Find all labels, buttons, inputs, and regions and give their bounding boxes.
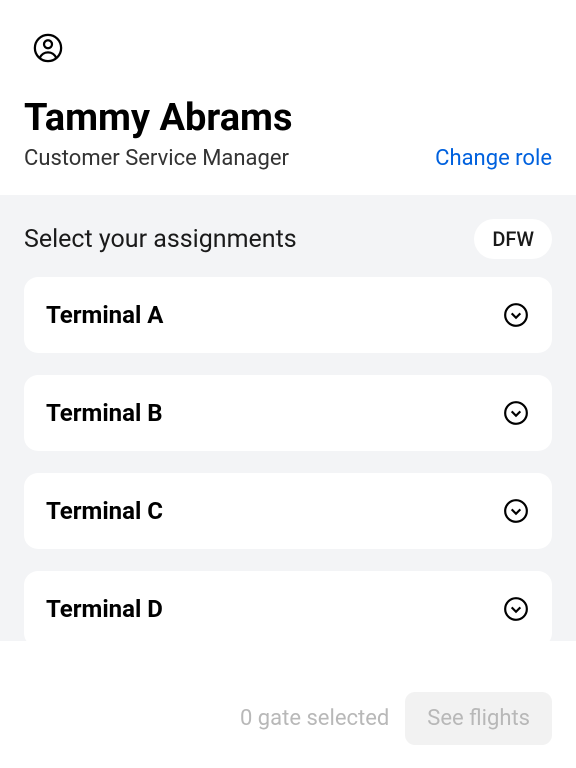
see-flights-button[interactable]: See flights [405,692,552,745]
terminal-item-b[interactable]: Terminal B [24,375,552,451]
avatar-icon[interactable] [32,32,64,64]
terminal-label: Terminal B [46,399,163,427]
role-row: Customer Service Manager Change role [24,146,552,171]
terminal-label: Terminal A [46,301,163,329]
header: Tammy Abrams Customer Service Manager Ch… [0,0,576,195]
terminal-item-d[interactable]: Terminal D [24,571,552,641]
gate-status: 0 gate selected [240,706,389,731]
footer: 0 gate selected See flights [0,668,576,768]
role-label: Customer Service Manager [24,146,289,171]
chevron-down-icon [502,301,530,329]
terminal-label: Terminal C [46,497,163,525]
chevron-down-icon [502,399,530,427]
location-chip[interactable]: DFW [474,219,552,259]
change-role-link[interactable]: Change role [435,146,552,171]
section-header: Select your assignments DFW [0,195,576,277]
chevron-down-icon [502,595,530,623]
terminal-item-c[interactable]: Terminal C [24,473,552,549]
user-name: Tammy Abrams [24,96,552,140]
terminal-item-a[interactable]: Terminal A [24,277,552,353]
terminal-list: Terminal A Terminal B Terminal C [0,277,576,641]
chevron-down-icon [502,497,530,525]
section-title: Select your assignments [24,225,297,254]
name-row: Tammy Abrams Customer Service Manager Ch… [24,96,552,171]
assignments-section: Select your assignments DFW Terminal A T… [0,195,576,641]
terminal-label: Terminal D [46,595,163,623]
